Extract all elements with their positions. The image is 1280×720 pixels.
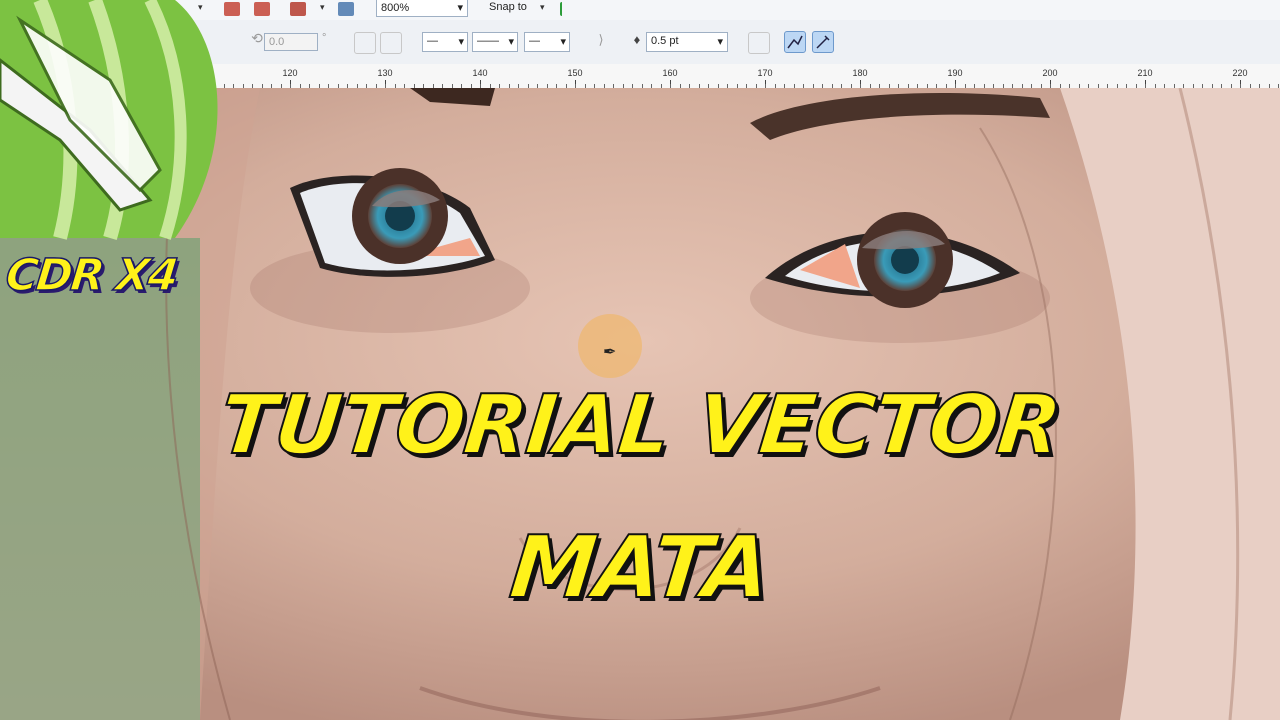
- close-curve-icon[interactable]: ⟩: [590, 32, 612, 54]
- export-icon[interactable]: [254, 2, 270, 16]
- ruler-label: 190: [947, 68, 963, 78]
- chevron-down-icon: ▾: [560, 36, 566, 48]
- outline-width-value: 0.5 pt: [651, 35, 679, 47]
- title-line-1: TUTORIAL VECTOR: [214, 377, 1066, 474]
- zoom-level-value: 800%: [381, 2, 410, 14]
- start-arrowhead-value: —: [427, 35, 438, 47]
- ruler-label: 210: [1137, 68, 1153, 78]
- cursor-pen-icon: ✒: [603, 344, 617, 361]
- chevron-down-icon: ▾: [717, 36, 723, 48]
- publish-dropdown-icon[interactable]: ▾: [320, 2, 325, 13]
- ruler-label: 150: [567, 68, 583, 78]
- chevron-down-icon: ▾: [458, 36, 464, 48]
- bezier-tool-icon[interactable]: [784, 31, 806, 53]
- snap-to-menu[interactable]: Snap to: [489, 1, 527, 13]
- ruler-label: 180: [852, 68, 868, 78]
- end-arrowhead-value: —: [529, 35, 540, 47]
- wrap-text-icon[interactable]: [748, 32, 770, 54]
- ruler-label: 200: [1042, 68, 1058, 78]
- ruler-label: 140: [472, 68, 488, 78]
- publish-icon[interactable]: [290, 2, 306, 16]
- ruler-label: 170: [757, 68, 773, 78]
- degree-label: °: [322, 32, 327, 44]
- coreldraw-logo: [0, 0, 218, 240]
- rotation-input[interactable]: 0.0: [264, 33, 318, 51]
- rotation-value: 0.0: [269, 36, 285, 48]
- zoom-dropdown-icon: ▾: [457, 2, 463, 14]
- snap-icon[interactable]: [560, 2, 578, 16]
- mirror-vertical-icon[interactable]: [380, 32, 402, 54]
- zoom-level-select[interactable]: 800% ▾: [376, 0, 468, 17]
- end-arrowhead-select[interactable]: — ▾: [524, 32, 570, 52]
- ruler-label: 220: [1232, 68, 1248, 78]
- title-line-2: MATA: [505, 517, 776, 619]
- chevron-down-icon: ▾: [508, 36, 514, 48]
- line-style-select[interactable]: —— ▾: [472, 32, 518, 52]
- start-arrowhead-select[interactable]: — ▾: [422, 32, 468, 52]
- ruler-label: 160: [662, 68, 678, 78]
- application-launcher-icon[interactable]: [338, 2, 354, 16]
- line-style-value: ——: [477, 35, 499, 47]
- ruler-label: 130: [377, 68, 393, 78]
- snap-dropdown-icon[interactable]: ▾: [540, 2, 545, 13]
- outline-pen-icon[interactable]: ♦: [626, 32, 648, 54]
- pen-tool-icon[interactable]: [812, 31, 834, 53]
- mirror-horizontal-icon[interactable]: [354, 32, 376, 54]
- app-version-badge: CDR X4: [3, 249, 180, 302]
- outline-width-select[interactable]: 0.5 pt ▾: [646, 32, 728, 52]
- ruler-label: 120: [282, 68, 298, 78]
